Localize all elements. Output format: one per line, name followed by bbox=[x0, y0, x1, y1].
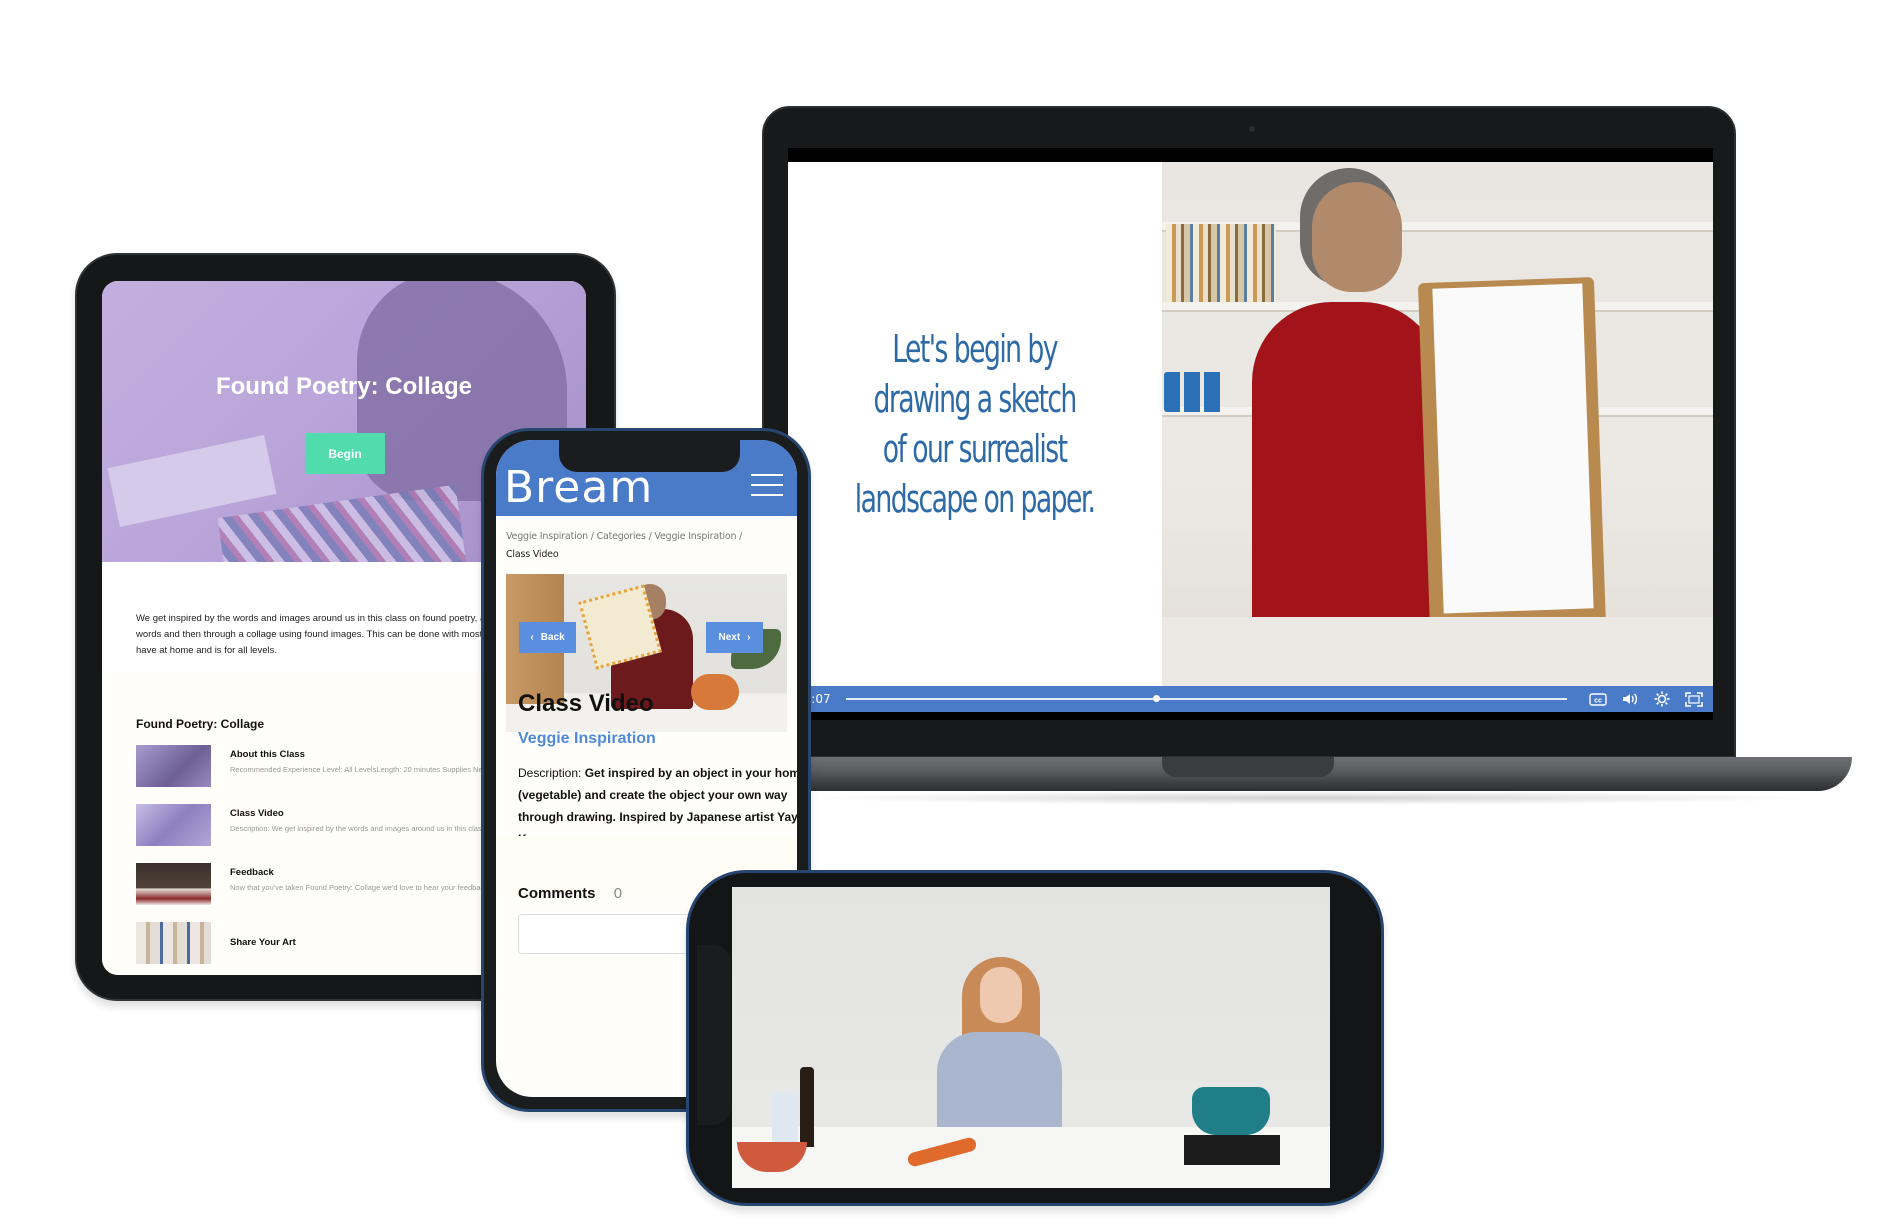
lesson-thumbnail bbox=[136, 804, 211, 846]
chevron-left-icon: ‹ bbox=[530, 632, 534, 643]
induction-stove bbox=[1184, 1135, 1280, 1165]
description-label: Description: bbox=[518, 766, 582, 780]
comments-count: 0 bbox=[613, 885, 623, 902]
paint-bottles bbox=[1164, 372, 1224, 412]
presenter-face bbox=[980, 967, 1022, 1023]
lesson-title: Feedback bbox=[230, 867, 274, 878]
pumpkin bbox=[691, 674, 739, 710]
lesson-thumbnail bbox=[136, 863, 211, 905]
comments-label: Comments bbox=[518, 885, 596, 902]
menu-icon[interactable] bbox=[751, 474, 783, 496]
cc-icon[interactable]: cc bbox=[1587, 690, 1609, 708]
video-controls: 16:07 cc bbox=[788, 686, 1713, 712]
chevron-right-icon: › bbox=[747, 632, 751, 643]
cooking-video-player[interactable] bbox=[732, 887, 1330, 1188]
settings-icon[interactable] bbox=[1651, 690, 1673, 708]
phone-landscape-notch bbox=[697, 945, 731, 1125]
laptop-camera bbox=[1249, 126, 1255, 132]
lesson-list-title: Found Poetry: Collage bbox=[136, 717, 265, 731]
laptop-trackpad-notch bbox=[1162, 757, 1334, 777]
phone-notch bbox=[559, 440, 740, 472]
lesson-thumbnail bbox=[136, 922, 211, 964]
video-slide: Let's begin by drawing a sketch of our s… bbox=[788, 162, 1162, 686]
back-button[interactable]: ‹ Back bbox=[519, 622, 576, 653]
books bbox=[1166, 224, 1276, 302]
lesson-title: Share Your Art bbox=[230, 937, 296, 948]
category-link[interactable]: Veggie Inspiration bbox=[518, 730, 656, 748]
page-title: Class Video bbox=[518, 690, 654, 717]
sketch-paper bbox=[1432, 283, 1594, 614]
stock-carton bbox=[772, 1092, 798, 1147]
video-frame-instructor[interactable] bbox=[1162, 162, 1713, 686]
laptop-shadow bbox=[800, 791, 1820, 805]
lesson-title: About this Class bbox=[230, 749, 305, 760]
video-progress-thumb[interactable] bbox=[1153, 695, 1161, 702]
fullscreen-icon[interactable] bbox=[1683, 690, 1705, 708]
lesson-title: Class Video bbox=[230, 808, 284, 819]
course-title: Found Poetry: Collage bbox=[215, 373, 472, 400]
comments-heading: Comments 0 bbox=[518, 885, 622, 902]
video-progress-slider[interactable] bbox=[846, 695, 1567, 702]
breadcrumb-trail[interactable]: Veggie Inspiration / Categories / Veggie… bbox=[506, 531, 742, 542]
breadcrumb: Veggie Inspiration / Categories / Veggie… bbox=[506, 528, 791, 564]
begin-button[interactable]: Begin bbox=[305, 433, 385, 474]
dutch-oven bbox=[1192, 1087, 1270, 1135]
breadcrumb-current: Class Video bbox=[506, 549, 559, 560]
instructor-head bbox=[1312, 182, 1402, 292]
svg-text:cc: cc bbox=[1594, 697, 1602, 704]
presenter-body bbox=[937, 1032, 1062, 1132]
slide-caption: Let's begin by drawing a sketch of our s… bbox=[855, 327, 1096, 521]
next-button[interactable]: Next › bbox=[706, 622, 763, 653]
volume-icon[interactable] bbox=[1619, 690, 1641, 708]
bottle bbox=[800, 1067, 814, 1147]
next-label: Next bbox=[718, 632, 741, 643]
table bbox=[1162, 617, 1713, 686]
back-label: Back bbox=[540, 632, 565, 643]
lesson-thumbnail bbox=[136, 745, 211, 787]
